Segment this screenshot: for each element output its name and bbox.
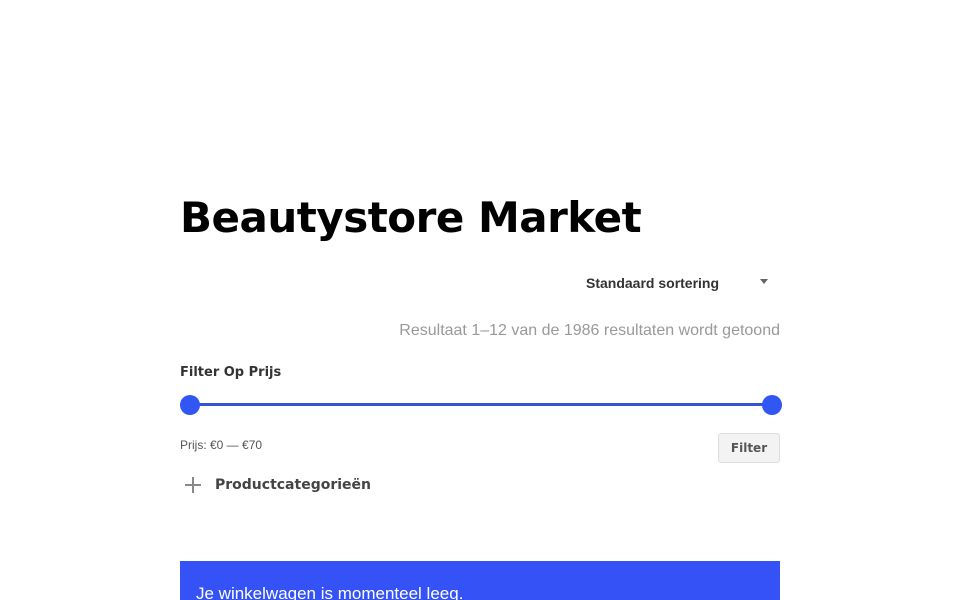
slider-track (190, 403, 772, 406)
slider-min-handle[interactable] (180, 395, 200, 415)
price-range-label: Prijs: €0 — €70 (180, 438, 263, 452)
product-categories-label: Productcategorieën (215, 477, 371, 493)
filter-button[interactable]: Filter (718, 433, 780, 463)
chevron-down-icon (760, 278, 768, 284)
result-count: Resultaat 1–12 van de 1986 resultaten wo… (399, 322, 780, 339)
slider-max-handle[interactable] (762, 395, 782, 415)
sort-dropdown[interactable]: Standaard sortering (586, 271, 776, 295)
page-title: Beautystore Market (180, 193, 642, 242)
page: Beautystore Market Standaard sortering R… (0, 0, 960, 600)
product-categories-toggle[interactable]: Productcategorieën (180, 477, 371, 493)
plus-icon (185, 477, 201, 493)
price-filter-heading: Filter Op Prijs (180, 365, 282, 380)
cart-empty-notice: Je winkelwagen is momenteel leeg. (180, 561, 780, 600)
price-range-slider[interactable] (180, 394, 782, 416)
cart-empty-message: Je winkelwagen is momenteel leeg. (196, 584, 464, 600)
sort-selected-label: Standaard sortering (586, 275, 720, 291)
